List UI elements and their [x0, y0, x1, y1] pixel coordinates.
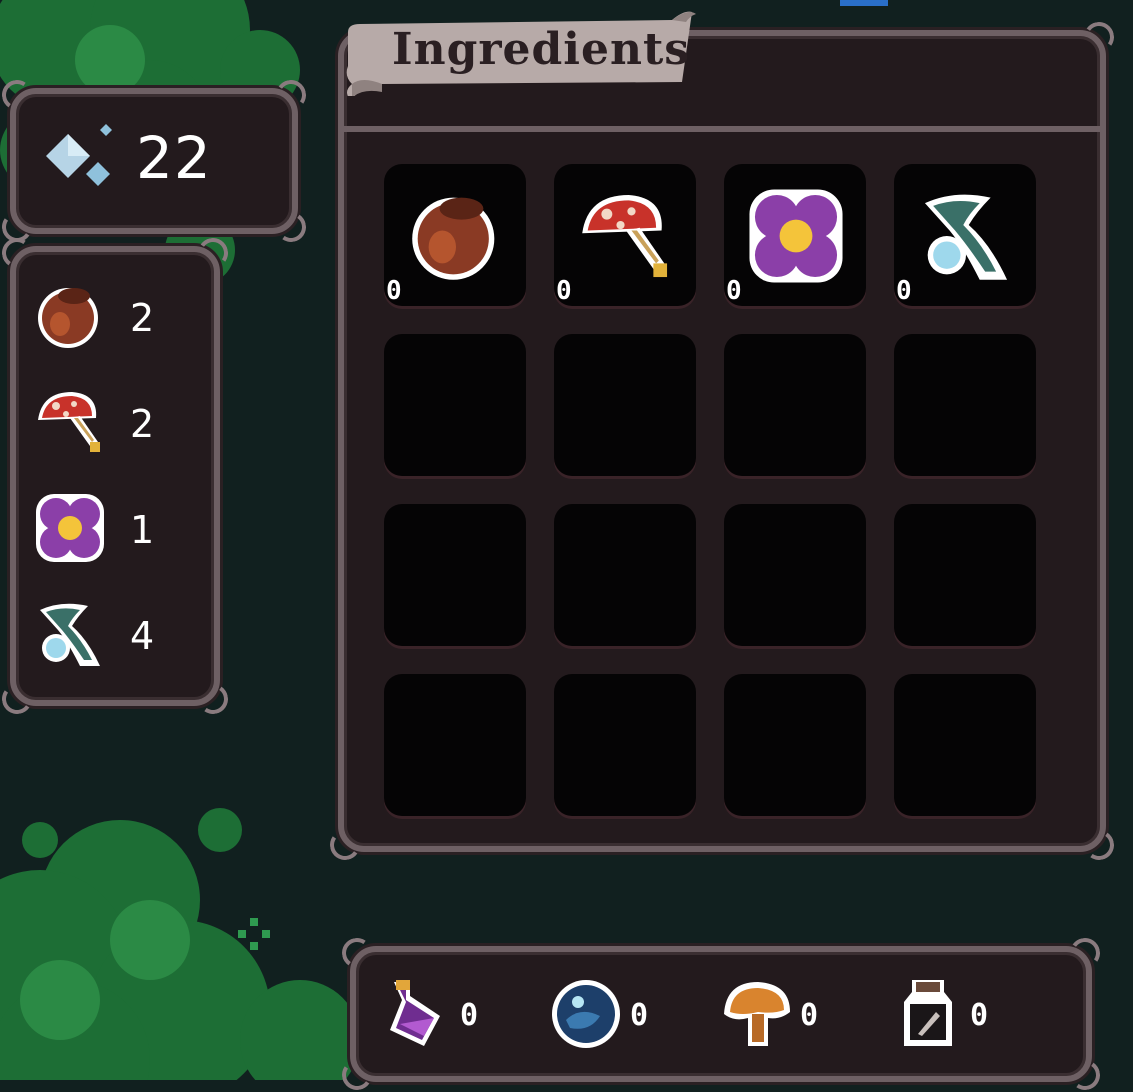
ingredient-slot[interactable]: 0 — [724, 164, 866, 306]
empty-slot[interactable] — [894, 334, 1036, 476]
potion-quantity: 0 — [460, 998, 479, 1033]
inventory-item[interactable]: 2 — [32, 278, 192, 358]
potion-quantity: 0 — [970, 998, 989, 1033]
inventory-item[interactable]: 2 — [32, 384, 192, 464]
empty-slot[interactable] — [554, 674, 696, 816]
slot-quantity: 0 — [556, 276, 572, 306]
currency-panel: 22 — [0, 77, 309, 245]
inventory-item[interactable]: 4 — [32, 596, 192, 676]
inventory-count: 4 — [130, 614, 155, 658]
empty-slot[interactable] — [724, 674, 866, 816]
empty-slot[interactable] — [894, 504, 1036, 646]
panel-title: Ingredients — [392, 24, 691, 75]
potion-item[interactable]: 0 — [720, 976, 850, 1056]
empty-slot[interactable] — [384, 334, 526, 476]
red-mushroom-icon — [38, 392, 100, 452]
currency-value: 22 — [136, 124, 212, 192]
inventory-count: 2 — [130, 402, 155, 446]
empty-slot[interactable] — [554, 504, 696, 646]
inventory-panel: 2 2 1 4 — [0, 235, 231, 717]
ingredient-slot[interactable]: 0 — [894, 164, 1036, 306]
orange-mushroom-icon — [724, 982, 790, 1046]
ingredients-panel: 0 0 0 0 — [327, 19, 1117, 863]
potion-bar: 0 0 0 0 — [339, 935, 1103, 1092]
slot-quantity: 0 — [386, 276, 402, 306]
potion-quantity: 0 — [800, 998, 819, 1033]
purple-flower-icon — [36, 494, 104, 562]
inventory-count: 1 — [130, 508, 155, 552]
potion-quantity: 0 — [630, 998, 649, 1033]
dewdrop-herb-icon — [40, 603, 100, 666]
clay-pot-icon — [412, 197, 495, 280]
red-mushroom-icon — [582, 194, 668, 278]
potion-item[interactable]: 0 — [550, 976, 680, 1056]
crystal-gem-icon — [46, 124, 112, 186]
empty-slot[interactable] — [894, 674, 1036, 816]
empty-slot[interactable] — [384, 504, 526, 646]
ingredient-slot[interactable]: 0 — [554, 164, 696, 306]
potion-item[interactable]: 0 — [380, 976, 510, 1056]
empty-slot[interactable] — [554, 334, 696, 476]
potion-item[interactable]: 0 — [890, 976, 1020, 1056]
blue-orb-icon — [552, 980, 620, 1048]
inventory-item[interactable]: 1 — [32, 490, 192, 570]
purple-potion-icon — [390, 980, 440, 1046]
slot-quantity: 0 — [726, 276, 742, 306]
ingredient-slot[interactable]: 0 — [384, 164, 526, 306]
inventory-count: 2 — [130, 296, 155, 340]
panel-divider — [344, 126, 1100, 132]
clay-pot-icon — [38, 288, 98, 348]
slot-quantity: 0 — [896, 276, 912, 306]
empty-slot[interactable] — [724, 334, 866, 476]
title-ribbon: Ingredients — [342, 6, 698, 96]
empty-slot[interactable] — [724, 504, 866, 646]
empty-slot[interactable] — [384, 674, 526, 816]
dewdrop-herb-icon — [924, 194, 1008, 280]
purple-flower-icon — [749, 189, 843, 283]
dark-jar-icon — [904, 980, 952, 1046]
